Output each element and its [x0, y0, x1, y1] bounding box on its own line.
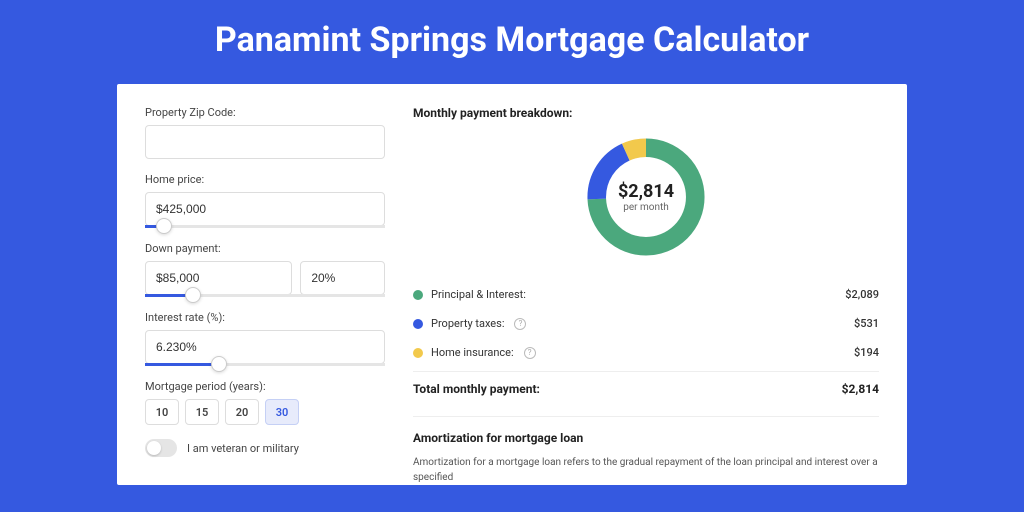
period-option-30[interactable]: 30 — [265, 399, 299, 425]
legend-dot — [413, 290, 423, 300]
donut-chart: $2,814 per month — [581, 132, 711, 262]
breakdown-heading: Monthly payment breakdown: — [413, 106, 879, 120]
donut-center: $2,814 per month — [618, 181, 674, 213]
veteran-toggle[interactable] — [145, 439, 177, 457]
amort-text: Amortization for a mortgage loan refers … — [413, 455, 879, 485]
input-panel: Property Zip Code: Home price: Down paym… — [145, 106, 385, 485]
donut-chart-wrap: $2,814 per month — [413, 132, 879, 262]
price-slider[interactable] — [145, 225, 385, 228]
legend-label: Home insurance: — [431, 346, 514, 359]
down-label: Down payment: — [145, 242, 385, 255]
down-slider[interactable] — [145, 294, 385, 297]
rate-label: Interest rate (%): — [145, 311, 385, 324]
down-field: Down payment: — [145, 242, 385, 297]
legend-row: Property taxes:? $531 — [413, 309, 879, 338]
breakdown-panel: Monthly payment breakdown: $2,814 per mo… — [413, 106, 879, 485]
period-field: Mortgage period (years): 10152030 — [145, 380, 385, 425]
page-title: Panamint Springs Mortgage Calculator — [0, 20, 1024, 60]
rate-field: Interest rate (%): — [145, 311, 385, 366]
legend: Principal & Interest: $2,089 Property taxe… — [413, 280, 879, 367]
legend-row: Principal & Interest: $2,089 — [413, 280, 879, 309]
amortization-section: Amortization for mortgage loan Amortizat… — [413, 416, 879, 485]
amort-heading: Amortization for mortgage loan — [413, 431, 879, 445]
legend-value: $531 — [854, 317, 879, 330]
zip-field: Property Zip Code: — [145, 106, 385, 159]
veteran-row: I am veteran or military — [145, 439, 385, 457]
period-option-10[interactable]: 10 — [145, 399, 179, 425]
legend-value: $194 — [854, 346, 879, 359]
total-row: Total monthly payment: $2,814 — [413, 371, 879, 402]
donut-value: $2,814 — [618, 181, 674, 202]
legend-label: Principal & Interest: — [431, 288, 526, 301]
down-slider-thumb[interactable] — [185, 287, 201, 303]
legend-label: Property taxes: — [431, 317, 504, 330]
veteran-label: I am veteran or military — [187, 442, 299, 455]
legend-dot — [413, 348, 423, 358]
legend-row: Home insurance:? $194 — [413, 338, 879, 367]
rate-slider-thumb[interactable] — [211, 356, 227, 372]
rate-slider[interactable] — [145, 363, 385, 366]
period-option-15[interactable]: 15 — [185, 399, 219, 425]
period-option-20[interactable]: 20 — [225, 399, 259, 425]
down-input[interactable] — [145, 261, 292, 295]
total-value: $2,814 — [842, 382, 879, 396]
price-label: Home price: — [145, 173, 385, 186]
toggle-knob — [147, 441, 161, 455]
total-label: Total monthly payment: — [413, 382, 540, 396]
rate-input[interactable] — [145, 330, 385, 364]
down-pct-input[interactable] — [300, 261, 385, 295]
price-input[interactable] — [145, 192, 385, 226]
info-icon[interactable]: ? — [514, 318, 526, 330]
info-icon[interactable]: ? — [524, 347, 536, 359]
zip-input[interactable] — [145, 125, 385, 159]
donut-sub: per month — [618, 202, 674, 213]
legend-dot — [413, 319, 423, 329]
price-field: Home price: — [145, 173, 385, 228]
period-label: Mortgage period (years): — [145, 380, 385, 393]
calculator-card: Property Zip Code: Home price: Down paym… — [117, 84, 907, 485]
price-slider-thumb[interactable] — [156, 218, 172, 234]
legend-value: $2,089 — [845, 288, 879, 301]
zip-label: Property Zip Code: — [145, 106, 385, 119]
